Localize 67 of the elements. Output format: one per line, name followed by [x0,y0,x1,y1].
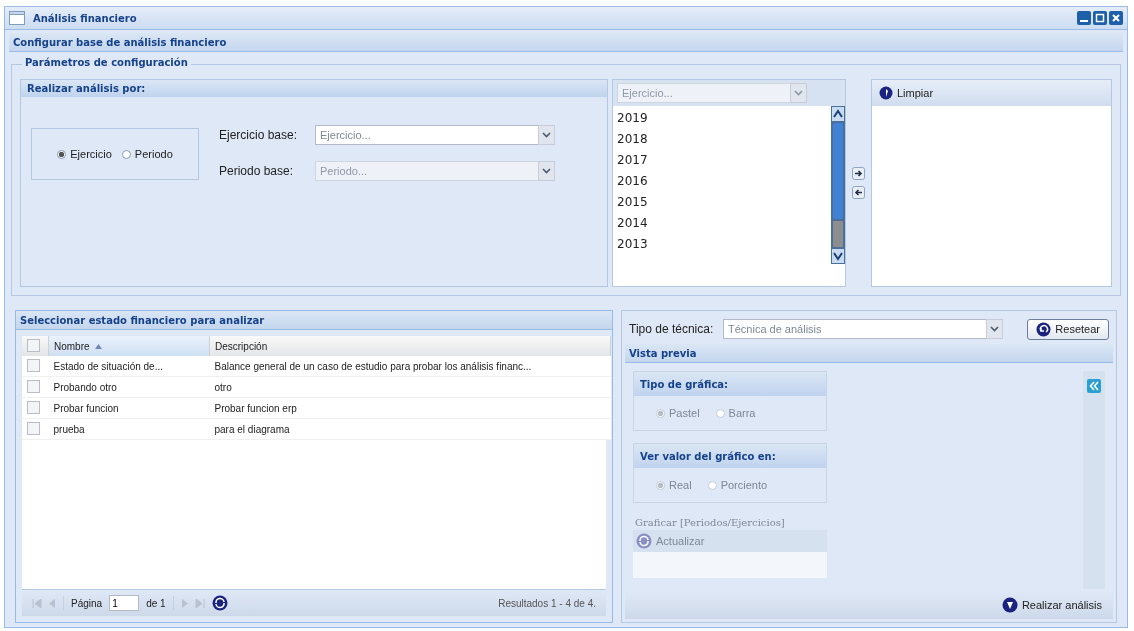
panel-header: Seleccionar estado financiero para analizar [16,311,612,330]
caret-icon [542,168,551,174]
list-item[interactable]: 2019 [617,108,827,129]
table-cell: otro [209,376,611,398]
table-cell: Probar funcion erp [209,397,611,419]
caret-icon [542,132,551,138]
maximize-icon[interactable] [1093,11,1107,25]
list-item[interactable]: 2016 [617,171,827,192]
list-item[interactable]: 2014 [617,213,827,234]
group-header: Ver valor del gráfico en: [634,444,826,468]
table-cell: prueba [48,418,210,440]
move-right-icon[interactable] [852,167,865,180]
panel-header: Realizar análisis por: [21,80,607,97]
field-label: Tipo de técnica: [629,322,715,336]
minimize-icon[interactable] [1077,11,1091,25]
table-cell: Probar funcion [48,397,210,419]
list-item[interactable]: 2015 [617,192,827,213]
clear-icon [879,86,893,100]
row-checkbox[interactable] [27,400,40,414]
section-header: Configurar base de análisis financiero [9,33,1123,52]
radio-option[interactable]: Ejercicio [57,148,112,160]
field-label: Periodo base: [219,164,295,178]
page-input[interactable]: 1 [109,595,140,611]
collapse-icon[interactable] [1087,379,1101,393]
panel-header: Vista previa [625,344,1113,363]
clear-button[interactable]: Limpiar [876,84,937,102]
table-cell: Probando otro [48,376,210,398]
combo-field[interactable]: Técnica de análisis [723,319,986,339]
run-icon [1001,597,1018,613]
sort-arrow-icon [94,344,102,350]
row-checkbox[interactable] [27,358,40,372]
caret-icon [990,326,999,332]
row-checkbox[interactable] [27,379,40,393]
window-icon [9,11,25,25]
table-cell: para el diagrama [209,418,611,440]
reset-button[interactable]: Resetear [1027,318,1109,340]
list-item[interactable]: 2013 [617,234,827,255]
group-title: Graficar [Periodos/Ejercicios] [634,516,786,530]
group-header: Tipo de gráfica: [634,372,826,396]
field-label: Ejercicio base: [219,128,299,142]
move-left-icon[interactable] [852,186,865,199]
dropdown-button[interactable] [986,319,1003,339]
list-item[interactable]: 2017 [617,150,827,171]
row-checkbox[interactable] [27,421,40,435]
dropdown-button[interactable] [538,125,555,145]
select-all-checkbox[interactable] [27,338,40,352]
table-cell: Estado de situación de... [48,356,210,377]
fieldset-legend: Parámetros de configuración [22,57,191,68]
column-header[interactable]: Nombre [48,336,210,356]
window-title: Análisis financiero [33,12,137,24]
results-count: Resultados 1 - 4 de 4. [498,597,596,609]
page-count: de 1 [146,597,166,609]
close-icon[interactable] [1109,11,1123,25]
list-item[interactable]: 2018 [617,129,827,150]
refresh-icon [636,533,652,549]
dropdown-button[interactable] [790,83,807,103]
page-label: Página [71,597,103,609]
dropdown-button[interactable] [538,161,555,181]
column-header[interactable]: Descripción [209,336,611,356]
radio-option[interactable]: Periodo [121,148,173,160]
table-cell: Balance general de un caso de estudio para probar los análisis financ... [209,356,611,377]
reset-icon [1036,321,1052,337]
refresh-icon[interactable] [211,595,228,611]
run-analysis-button[interactable]: Realizar análisis [998,595,1105,615]
scrollbar[interactable] [831,106,845,264]
combo-field[interactable]: Ejercicio... [315,125,538,145]
caret-icon [794,90,803,96]
